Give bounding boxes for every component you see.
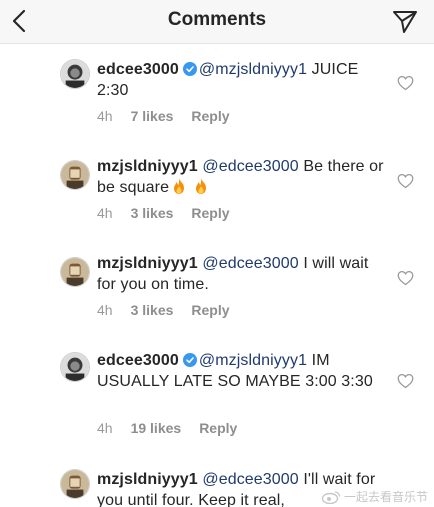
comment-text: edcee3000 @mzjsldniyyy1 JUICE 2:30 [97, 59, 387, 101]
comment-mention[interactable]: @edcee3000 [202, 255, 298, 272]
weibo-logo-icon [321, 490, 341, 504]
verified-badge-icon [182, 62, 197, 76]
comment-meta: 4h 3 likes Reply [97, 302, 248, 318]
comment-text: mzjsldniyyy1 @edcee3000 Be there or be s… [97, 156, 387, 198]
comment-username[interactable]: mzjsldniyyy1 [97, 255, 198, 272]
avatar-photo-icon [61, 353, 89, 381]
comment-mention[interactable]: @edcee3000 [202, 471, 298, 488]
heart-icon [397, 173, 414, 189]
comment-text: mzjsldniyyy1 @edcee3000 I will wait for … [97, 253, 387, 295]
avatar[interactable] [60, 469, 90, 499]
avatar-photo-icon [61, 161, 89, 189]
comment-meta: 4h 3 likes Reply [97, 205, 248, 221]
avatar-photo-icon [61, 60, 89, 88]
comment-mention[interactable]: @mzjsldniyyy1 [199, 352, 307, 369]
heart-icon [397, 270, 414, 286]
comment-text: edcee3000 @mzjsldniyyy1 IM USUALLY LATE S… [97, 350, 382, 392]
like-button[interactable] [397, 173, 414, 189]
comment-likes[interactable]: 7 likes [131, 108, 174, 124]
watermark: 一起去看音乐节 [321, 488, 428, 505]
reply-button[interactable]: Reply [191, 302, 229, 318]
comment-meta: 4h 7 likes Reply [97, 108, 248, 124]
comment-time: 4h [97, 205, 113, 221]
comment-time: 4h [97, 302, 113, 318]
heart-icon [397, 75, 414, 91]
comment-mention[interactable]: @mzjsldniyyy1 [199, 61, 307, 78]
comment-likes[interactable]: 19 likes [131, 420, 182, 436]
avatar[interactable] [60, 59, 90, 89]
heart-icon [397, 373, 414, 389]
reply-button[interactable]: Reply [199, 420, 237, 436]
fire-emoji-icon [174, 178, 185, 194]
avatar[interactable] [60, 160, 90, 190]
comment-username[interactable]: mzjsldniyyy1 [97, 158, 198, 175]
comment-username[interactable]: mzjsldniyyy1 [97, 471, 198, 488]
avatar-photo-icon [61, 470, 89, 498]
fire-emoji-icon [196, 178, 207, 194]
comment-likes[interactable]: 3 likes [131, 205, 174, 221]
page-title: Comments [167, 9, 267, 30]
avatar[interactable] [60, 352, 90, 382]
comment-username[interactable]: edcee3000 [97, 61, 179, 78]
like-button[interactable] [397, 270, 414, 286]
direct-send-icon [393, 11, 417, 33]
watermark-text: 一起去看音乐节 [343, 490, 428, 504]
comment-username[interactable]: edcee3000 [97, 352, 179, 369]
avatar[interactable] [60, 257, 90, 287]
share-button[interactable] [390, 6, 420, 36]
like-button[interactable] [397, 373, 414, 389]
comment-time: 4h [97, 420, 113, 436]
like-button[interactable] [397, 75, 414, 91]
reply-button[interactable]: Reply [191, 108, 229, 124]
reply-button[interactable]: Reply [191, 205, 229, 221]
comment-meta: 4h 19 likes Reply [97, 420, 255, 436]
comment-time: 4h [97, 108, 113, 124]
verified-badge-icon [182, 353, 197, 367]
header-bar: Comments [0, 0, 434, 44]
avatar-photo-icon [61, 258, 89, 286]
comment-likes[interactable]: 3 likes [131, 302, 174, 318]
comment-mention[interactable]: @edcee3000 [202, 158, 298, 175]
